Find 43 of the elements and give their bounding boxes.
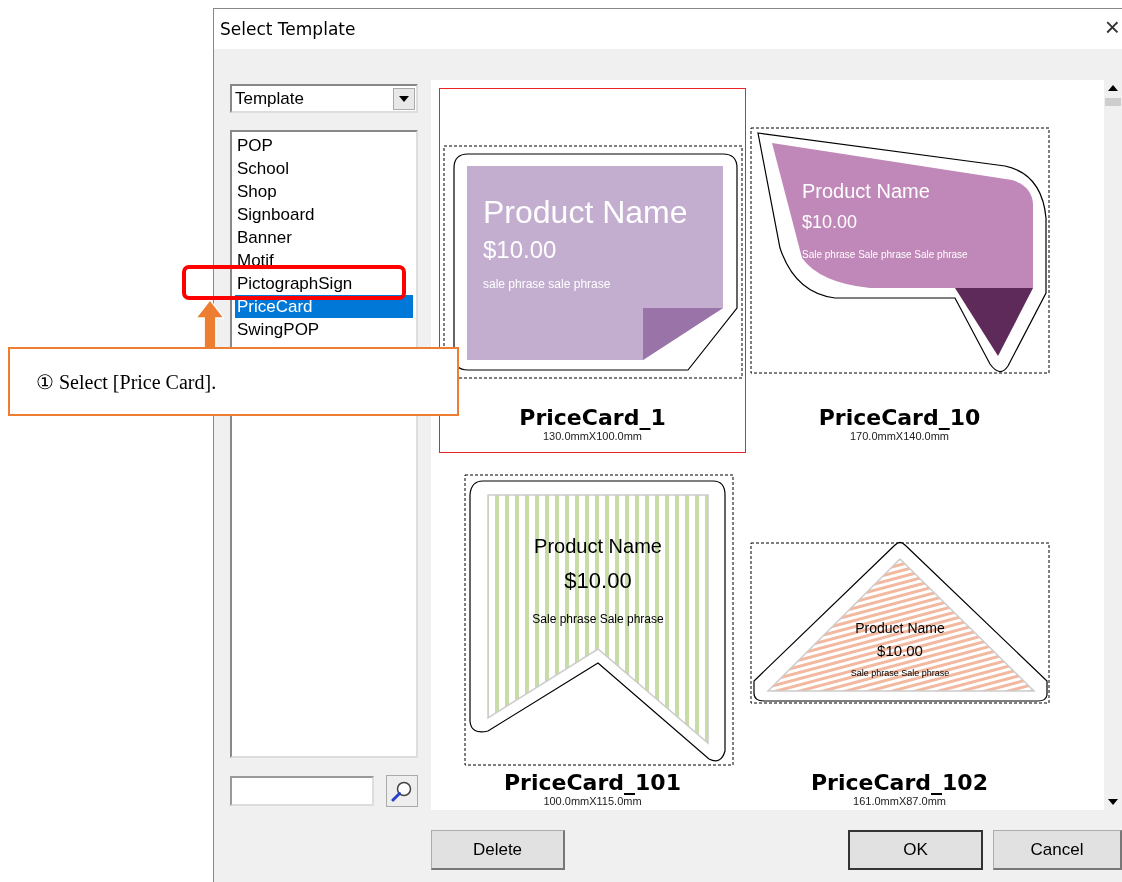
search-icon <box>391 780 413 802</box>
price-text: $10.00 <box>801 212 857 232</box>
category-item[interactable]: SwingPOP <box>235 318 413 341</box>
window-title: Select Template <box>220 19 356 39</box>
category-dropdown[interactable]: Template <box>230 84 418 113</box>
close-button[interactable]: × <box>1104 14 1120 44</box>
category-item[interactable]: POP <box>235 134 413 157</box>
template-size: 130.0mmX100.0mm <box>542 430 642 442</box>
template-tile[interactable]: Product Name $10.00 Sale phrase Sale phrase Sale phrase PriceCard_10 170.0mmX140.0mm <box>746 88 1053 453</box>
template-tile[interactable]: Product Name $10.00 Sale phrase Sale phrase PriceCard_101 100.0mmX115.0mm <box>439 453 746 810</box>
product-name-text: Product Name <box>533 535 662 557</box>
template-tile[interactable]: Product Name $10.00 sale phrase sale phrase PriceCard_1 130.0mmX100.0mm <box>439 88 746 453</box>
category-item[interactable]: Signboard <box>235 203 413 226</box>
template-name: PriceCard_1 <box>519 405 666 430</box>
product-name-text: Product Name <box>801 180 930 202</box>
template-name: PriceCard_10 <box>818 405 981 430</box>
template-name: PriceCard_102 <box>811 770 988 795</box>
sale-phrase-text: Sale phrase Sale phrase Sale phrase <box>801 249 968 260</box>
category-item[interactable]: PictographSign <box>235 272 413 295</box>
template-size: 100.0mmX115.0mm <box>543 795 642 807</box>
template-size: 161.0mmX87.0mm <box>853 795 946 807</box>
category-item[interactable]: School <box>235 157 413 180</box>
price-text: $10.00 <box>563 568 632 593</box>
scroll-thumb[interactable] <box>1105 98 1121 106</box>
sale-phrase-text: sale phrase sale phrase <box>482 277 610 291</box>
dialog-button[interactable]: OK <box>848 830 983 870</box>
template-tile[interactable]: Product Name $10.00 Sale phrase Sale phrase PriceCard_102 161.0mmX87.0mm <box>746 453 1053 810</box>
sale-phrase-text: Sale phrase Sale phrase <box>850 668 949 678</box>
search-button[interactable] <box>386 775 418 807</box>
search-field[interactable] <box>230 776 374 806</box>
price-text: $10.00 <box>482 236 556 263</box>
dialog-button[interactable]: Cancel <box>993 830 1122 870</box>
arrow-icon <box>196 300 224 348</box>
instruction-callout: ① Select [Price Card]. <box>8 347 459 416</box>
template-name: PriceCard_101 <box>504 770 681 795</box>
dialog-button[interactable]: Delete <box>431 830 565 870</box>
template-size: 170.0mmX140.0mm <box>849 430 949 442</box>
sale-phrase-text: Sale phrase Sale phrase <box>531 612 664 626</box>
category-item[interactable]: Shop <box>235 180 413 203</box>
category-item[interactable]: Banner <box>235 226 413 249</box>
product-name-text: Product Name <box>854 620 945 636</box>
product-name-text: Product Name <box>482 194 688 230</box>
price-text: $10.00 <box>876 642 923 659</box>
